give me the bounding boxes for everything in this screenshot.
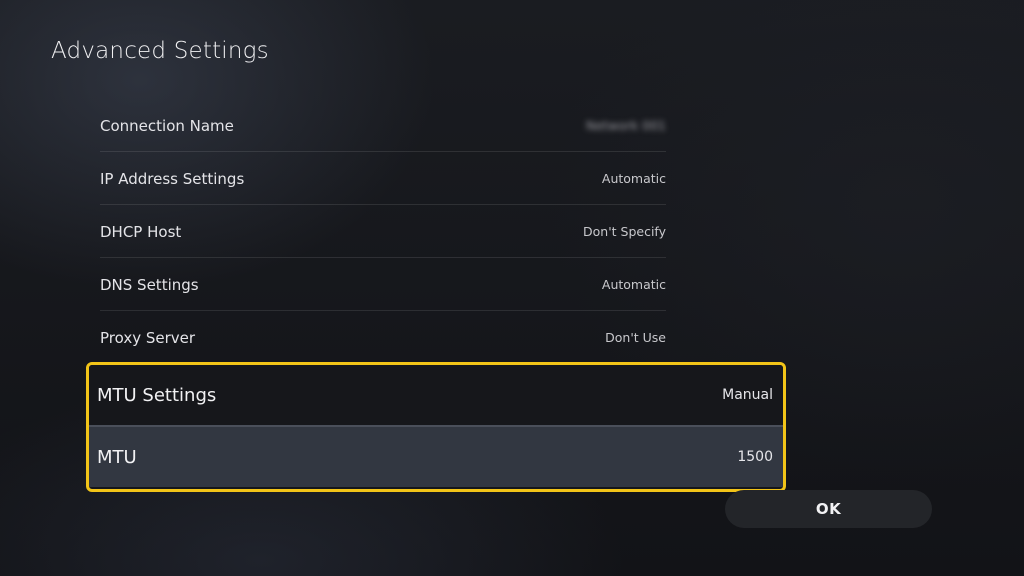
setting-row-dhcp-host[interactable]: DHCP Host Don't Specify [100, 205, 666, 258]
settings-list: Connection Name Network 001 IP Address S… [100, 99, 666, 363]
ok-button[interactable]: OK [725, 490, 932, 528]
setting-value: Manual [722, 387, 773, 403]
setting-row-mtu-settings[interactable]: MTU Settings Manual [89, 365, 783, 427]
setting-row-proxy-server[interactable]: Proxy Server Don't Use [100, 311, 666, 363]
setting-label: DNS Settings [100, 275, 199, 294]
setting-value: Don't Use [605, 330, 666, 345]
page-title: Advanced Settings [51, 38, 269, 64]
setting-row-connection-name[interactable]: Connection Name Network 001 [100, 99, 666, 152]
focus-highlight-box: MTU Settings Manual MTU 1500 [86, 362, 786, 492]
setting-value: Automatic [601, 277, 666, 292]
setting-value: Network 001 [585, 118, 666, 133]
setting-label: Connection Name [100, 116, 234, 135]
setting-label: DHCP Host [100, 222, 182, 241]
setting-row-mtu[interactable]: MTU 1500 [89, 427, 783, 487]
setting-label: MTU Settings [97, 384, 217, 406]
setting-label: Proxy Server [100, 328, 196, 347]
setting-label: IP Address Settings [100, 169, 245, 188]
setting-value: Automatic [601, 171, 666, 186]
setting-value: 1500 [737, 449, 773, 465]
setting-row-ip-address-settings[interactable]: IP Address Settings Automatic [100, 152, 666, 205]
setting-row-dns-settings[interactable]: DNS Settings Automatic [100, 258, 666, 311]
setting-value: Don't Specify [583, 224, 666, 239]
setting-label: MTU [97, 446, 137, 468]
